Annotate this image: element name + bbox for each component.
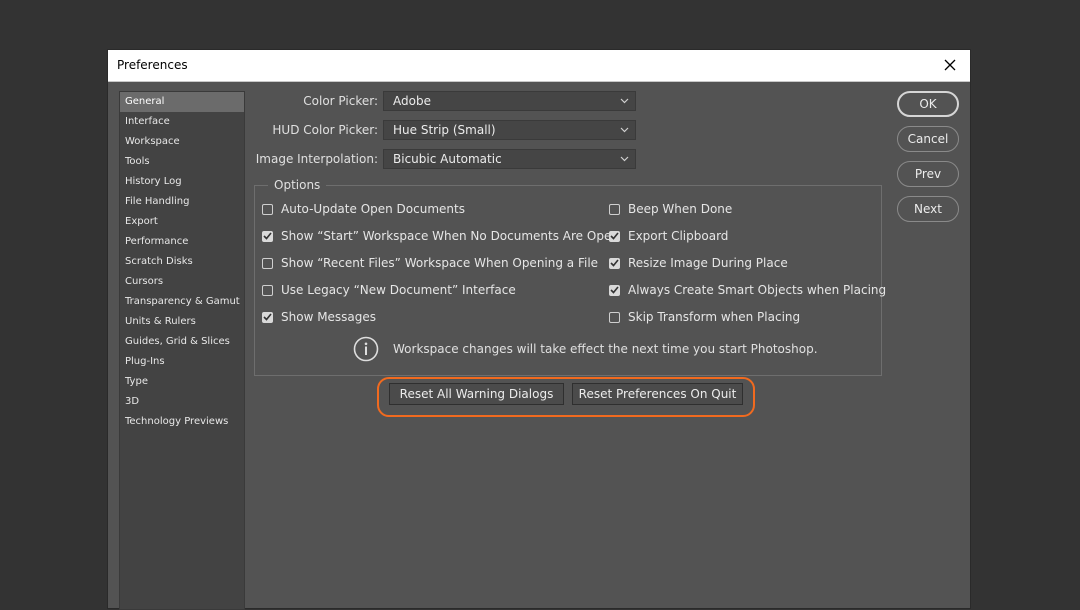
sidebar-item-file-handling[interactable]: File Handling — [120, 192, 244, 212]
checkbox-label: Show “Recent Files” Workspace When Openi… — [281, 256, 599, 270]
checkbox-label: Auto-Update Open Documents — [281, 202, 465, 216]
checkbox-label: Export Clipboard — [628, 229, 729, 243]
chevron-down-icon — [620, 98, 629, 104]
show-start-workspace-checkbox[interactable]: Show “Start” Workspace When No Documents… — [262, 229, 619, 243]
sidebar-item-guides-grid-slices[interactable]: Guides, Grid & Slices — [120, 332, 244, 352]
next-button[interactable]: Next — [897, 196, 959, 222]
sidebar-item-3d[interactable]: 3D — [120, 392, 244, 412]
always-create-smart-objects-checkbox[interactable]: Always Create Smart Objects when Placing — [609, 283, 886, 297]
resize-image-during-place-checkbox[interactable]: Resize Image During Place — [609, 256, 788, 270]
title-bar: Preferences — [108, 50, 970, 82]
sidebar-item-general[interactable]: General — [120, 92, 244, 112]
hud-color-picker-row: HUD Color Picker: Hue Strip (Small) — [248, 120, 636, 140]
checkmark-icon — [609, 257, 620, 269]
sidebar-item-transparency-gamut[interactable]: Transparency & Gamut — [120, 292, 244, 312]
checkbox-label: Resize Image During Place — [628, 256, 788, 270]
checkbox-box — [262, 284, 273, 296]
checkbox-label: Always Create Smart Objects when Placing — [628, 283, 887, 297]
checkbox-label: Skip Transform when Placing — [628, 310, 801, 324]
info-icon — [353, 336, 379, 362]
checkmark-icon — [262, 230, 273, 242]
preferences-dialog: Preferences General Interface Workspace … — [108, 50, 970, 610]
hud-color-picker-label: HUD Color Picker: — [272, 123, 378, 137]
close-icon[interactable] — [939, 54, 961, 76]
info-text: Workspace changes will take effect the n… — [393, 342, 818, 356]
show-messages-checkbox[interactable]: Show Messages — [262, 310, 376, 324]
image-interpolation-row: Image Interpolation: Bicubic Automatic — [248, 149, 636, 169]
options-legend: Options — [268, 178, 327, 192]
checkmark-icon — [609, 230, 620, 242]
color-picker-row: Color Picker: Adobe — [248, 91, 636, 111]
checkbox-box — [609, 311, 620, 323]
sidebar-item-export[interactable]: Export — [120, 212, 244, 232]
hud-color-picker-select[interactable]: Hue Strip (Small) — [383, 120, 636, 140]
chevron-down-icon — [620, 156, 629, 162]
checkbox-label: Beep When Done — [628, 202, 733, 216]
color-picker-label: Color Picker: — [303, 94, 378, 108]
sidebar-item-technology-previews[interactable]: Technology Previews — [120, 412, 244, 432]
beep-when-done-checkbox[interactable]: Beep When Done — [609, 202, 732, 216]
color-picker-value: Adobe — [393, 94, 431, 108]
reset-all-warning-dialogs-button[interactable]: Reset All Warning Dialogs — [389, 383, 564, 405]
sidebar-item-history-log[interactable]: History Log — [120, 172, 244, 192]
show-recent-files-workspace-checkbox[interactable]: Show “Recent Files” Workspace When Openi… — [262, 256, 598, 270]
color-picker-select[interactable]: Adobe — [383, 91, 636, 111]
reset-preferences-on-quit-button[interactable]: Reset Preferences On Quit — [572, 383, 743, 405]
workspace-info: Workspace changes will take effect the n… — [353, 336, 818, 362]
preferences-sidebar: General Interface Workspace Tools Histor… — [119, 91, 245, 610]
sidebar-item-plug-ins[interactable]: Plug-Ins — [120, 352, 244, 372]
checkbox-label: Show “Start” Workspace When No Documents… — [281, 229, 619, 243]
checkbox-label: Use Legacy “New Document” Interface — [281, 283, 516, 297]
sidebar-item-scratch-disks[interactable]: Scratch Disks — [120, 252, 244, 272]
hud-color-picker-value: Hue Strip (Small) — [393, 123, 496, 137]
auto-update-open-documents-checkbox[interactable]: Auto-Update Open Documents — [262, 202, 465, 216]
export-clipboard-checkbox[interactable]: Export Clipboard — [609, 229, 728, 243]
use-legacy-new-document-checkbox[interactable]: Use Legacy “New Document” Interface — [262, 283, 516, 297]
image-interpolation-value: Bicubic Automatic — [393, 152, 502, 166]
ok-button[interactable]: OK — [897, 91, 959, 117]
checkbox-box — [262, 257, 273, 269]
chevron-down-icon — [620, 127, 629, 133]
sidebar-item-type[interactable]: Type — [120, 372, 244, 392]
checkbox-box — [609, 203, 620, 215]
sidebar-item-units-rulers[interactable]: Units & Rulers — [120, 312, 244, 332]
checkmark-icon — [262, 311, 273, 323]
checkbox-box — [262, 203, 273, 215]
skip-transform-when-placing-checkbox[interactable]: Skip Transform when Placing — [609, 310, 800, 324]
sidebar-item-workspace[interactable]: Workspace — [120, 132, 244, 152]
cancel-button[interactable]: Cancel — [897, 126, 959, 152]
checkmark-icon — [609, 284, 620, 296]
dialog-title: Preferences — [117, 58, 188, 72]
sidebar-item-tools[interactable]: Tools — [120, 152, 244, 172]
prev-button[interactable]: Prev — [897, 161, 959, 187]
sidebar-item-interface[interactable]: Interface — [120, 112, 244, 132]
image-interpolation-select[interactable]: Bicubic Automatic — [383, 149, 636, 169]
checkbox-label: Show Messages — [281, 310, 377, 324]
sidebar-item-cursors[interactable]: Cursors — [120, 272, 244, 292]
image-interpolation-label: Image Interpolation: — [255, 152, 378, 166]
sidebar-item-performance[interactable]: Performance — [120, 232, 244, 252]
